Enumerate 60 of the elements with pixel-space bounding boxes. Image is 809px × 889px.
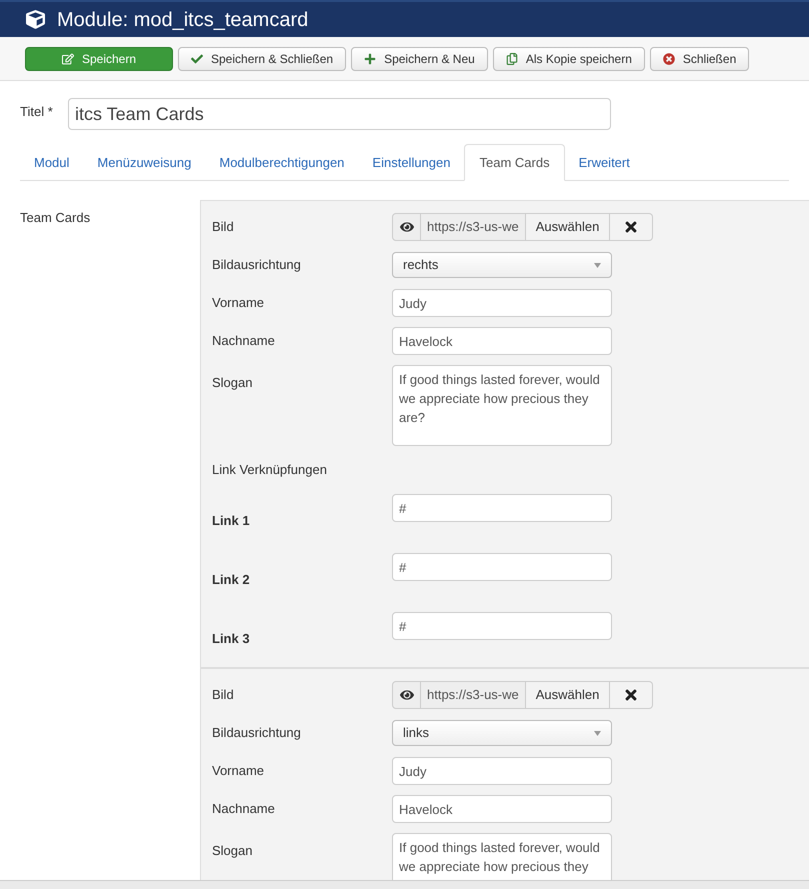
textarea-field[interactable]: If good things lasted forever, would we appreciate how precious they are? (392, 365, 612, 446)
preview-button[interactable] (392, 681, 421, 709)
check-icon (191, 52, 203, 64)
plus-icon (364, 52, 376, 64)
tab[interactable]: Modul (20, 144, 84, 181)
close-icon (623, 219, 640, 235)
link-field[interactable]: # (392, 494, 612, 522)
toolbar-button[interactable]: Speichern (25, 46, 173, 70)
caret-icon (594, 262, 601, 268)
text-field[interactable]: Judy (392, 289, 612, 317)
field-label: Titel * (20, 103, 54, 121)
field-label: Bild (212, 219, 234, 234)
toolbar-button[interactable]: Speichern & Neu (351, 46, 488, 70)
edit-icon (62, 52, 74, 64)
toolbar-button[interactable]: Schließen (650, 46, 750, 70)
text-field[interactable]: Judy (392, 757, 612, 785)
link-field[interactable]: # (392, 553, 612, 581)
field-label: Nachname (212, 333, 275, 348)
image-url-field[interactable]: https://s3-us-we (421, 213, 525, 241)
text-field[interactable]: Havelock (392, 327, 612, 355)
tab[interactable]: Einstellungen (358, 144, 464, 181)
field-label: Slogan (212, 375, 252, 390)
field-label: Bildausrichtung (212, 725, 301, 740)
cube-icon (26, 10, 45, 29)
field-label: Link Verknüpfungen (212, 461, 327, 480)
eye-icon (400, 220, 414, 234)
caret-icon (594, 730, 601, 736)
tab[interactable]: Menüzuweisung (83, 144, 206, 181)
eye-icon (400, 688, 414, 702)
dropdown[interactable]: links (392, 720, 612, 746)
field-label: Bildausrichtung (212, 257, 301, 272)
field-label: Link 3 (212, 631, 250, 646)
select-button[interactable]: Auswählen (524, 681, 610, 709)
close-icon (623, 687, 640, 703)
clear-button[interactable] (610, 213, 654, 241)
textarea-field[interactable]: If good things lasted forever, would we appreciate how precious they (392, 833, 612, 880)
tab[interactable]: Erweitert (564, 144, 644, 181)
tab[interactable]: Modulberechtigungen (205, 144, 358, 181)
section-label: Team Cards (20, 210, 90, 225)
select-button[interactable]: Auswählen (524, 213, 610, 241)
link-field[interactable]: # (392, 612, 612, 640)
field-label: Vorname (212, 763, 264, 778)
copy-icon (506, 52, 518, 64)
toolbar-button[interactable]: Als Kopie speichern (492, 46, 645, 70)
preview-button[interactable] (392, 213, 421, 241)
field-label: Nachname (212, 801, 275, 816)
title-field[interactable]: itcs Team Cards (68, 98, 611, 130)
field-label: Link 1 (212, 513, 250, 528)
image-url-field[interactable]: https://s3-us-we (421, 681, 525, 709)
dropdown[interactable]: rechts (392, 252, 612, 278)
close-icon (662, 52, 675, 64)
page-title: Module: mod_itcs_teamcard (57, 8, 308, 32)
field-label: Slogan (212, 843, 252, 858)
toolbar-button[interactable]: Speichern & Schließen (178, 46, 346, 70)
field-label: Vorname (212, 295, 264, 310)
field-label: Link 2 (212, 572, 250, 587)
tab[interactable]: Team Cards (464, 144, 565, 181)
clear-button[interactable] (610, 681, 654, 709)
text-field[interactable]: Havelock (392, 795, 612, 823)
field-label: Bild (212, 687, 234, 702)
